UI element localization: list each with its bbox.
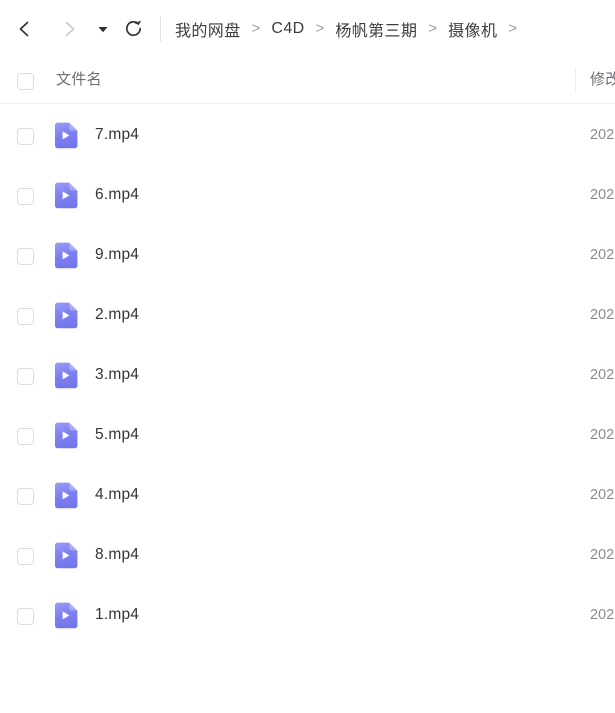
video-file-icon [52, 542, 78, 569]
file-modified-time: 202 [590, 247, 615, 263]
chevron-down-icon[interactable] [92, 12, 114, 46]
table-row[interactable]: 9.mp4 202 [0, 225, 615, 285]
table-row[interactable]: 2.mp4 202 [0, 285, 615, 345]
breadcrumb-item-c4d[interactable]: C4D [271, 20, 304, 38]
table-row[interactable]: 4.mp4 202 [0, 465, 615, 525]
table-row[interactable]: 6.mp4 202 [0, 165, 615, 225]
checkbox-box[interactable] [17, 128, 34, 145]
table-row[interactable]: 1.mp4 202 [0, 585, 615, 645]
checkbox-box[interactable] [17, 308, 34, 325]
breadcrumb-separator-trailing: > [508, 20, 518, 37]
file-name[interactable]: 2.mp4 [95, 285, 139, 345]
checkbox-box[interactable] [17, 608, 34, 625]
row-checkbox[interactable] [17, 368, 34, 385]
forward-button[interactable] [52, 12, 86, 46]
breadcrumb-item-camera[interactable]: 摄像机 [448, 17, 497, 41]
breadcrumb-separator: > [315, 20, 325, 37]
file-modified-time: 202 [590, 127, 615, 143]
file-modified-time: 202 [590, 487, 615, 503]
breadcrumb-separator: > [428, 20, 438, 37]
column-divider [575, 68, 576, 93]
row-checkbox[interactable] [17, 188, 34, 205]
column-header-filename[interactable]: 文件名 [56, 57, 102, 103]
file-name[interactable]: 6.mp4 [95, 165, 139, 225]
back-button[interactable] [8, 12, 42, 46]
file-name[interactable]: 3.mp4 [95, 345, 139, 405]
row-checkbox[interactable] [17, 608, 34, 625]
file-name[interactable]: 5.mp4 [95, 405, 139, 465]
row-checkbox[interactable] [17, 248, 34, 265]
video-file-icon [52, 482, 78, 509]
file-modified-time: 202 [590, 427, 615, 443]
video-file-icon [52, 182, 78, 209]
row-checkbox[interactable] [17, 488, 34, 505]
select-all-checkbox[interactable] [17, 73, 34, 90]
file-modified-time: 202 [590, 307, 615, 323]
checkbox-box[interactable] [17, 73, 34, 90]
row-checkbox[interactable] [17, 548, 34, 565]
file-name[interactable]: 9.mp4 [95, 225, 139, 285]
row-checkbox[interactable] [17, 428, 34, 445]
breadcrumb-item-root[interactable]: 我的网盘 [175, 17, 241, 41]
video-file-icon [52, 302, 78, 329]
file-modified-time: 202 [590, 367, 615, 383]
file-name[interactable]: 1.mp4 [95, 585, 139, 645]
navigation-toolbar: 我的网盘 > C4D > 杨帆第三期 > 摄像机 > [0, 0, 615, 57]
checkbox-box[interactable] [17, 548, 34, 565]
table-row[interactable]: 7.mp4 202 [0, 105, 615, 165]
checkbox-box[interactable] [17, 368, 34, 385]
breadcrumb: 我的网盘 > C4D > 杨帆第三期 > 摄像机 > [165, 17, 615, 41]
file-browser-window: 我的网盘 > C4D > 杨帆第三期 > 摄像机 > 文件名 修改 7.mp4 … [0, 0, 615, 713]
file-name[interactable]: 8.mp4 [95, 525, 139, 585]
file-modified-time: 202 [590, 547, 615, 563]
file-modified-time: 202 [590, 187, 615, 203]
checkbox-box[interactable] [17, 188, 34, 205]
checkbox-box[interactable] [17, 488, 34, 505]
file-name[interactable]: 4.mp4 [95, 465, 139, 525]
toolbar-divider [160, 15, 161, 42]
video-file-icon [52, 422, 78, 449]
file-name[interactable]: 7.mp4 [95, 105, 139, 165]
breadcrumb-separator: > [251, 20, 261, 37]
table-row[interactable]: 8.mp4 202 [0, 525, 615, 585]
table-header: 文件名 修改 [0, 57, 615, 104]
table-row[interactable]: 5.mp4 202 [0, 405, 615, 465]
checkbox-box[interactable] [17, 428, 34, 445]
row-checkbox[interactable] [17, 128, 34, 145]
file-list: 7.mp4 202 6.mp4 202 9.mp4 202 2.mp4 202 … [0, 105, 615, 713]
breadcrumb-item-course[interactable]: 杨帆第三期 [335, 17, 417, 41]
refresh-button[interactable] [118, 12, 148, 46]
video-file-icon [52, 242, 78, 269]
video-file-icon [52, 362, 78, 389]
video-file-icon [52, 602, 78, 629]
column-header-modified-time[interactable]: 修改 [590, 57, 615, 103]
table-row[interactable]: 3.mp4 202 [0, 345, 615, 405]
checkbox-box[interactable] [17, 248, 34, 265]
video-file-icon [52, 122, 78, 149]
row-checkbox[interactable] [17, 308, 34, 325]
file-modified-time: 202 [590, 607, 615, 623]
